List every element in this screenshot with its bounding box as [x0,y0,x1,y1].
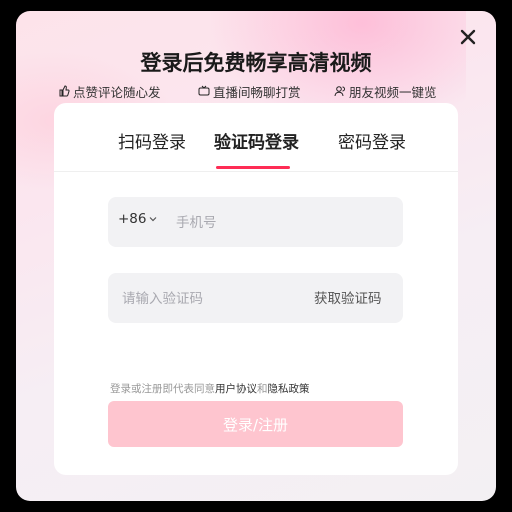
active-tab-indicator [216,166,290,169]
live-icon [198,85,210,97]
phone-input[interactable] [174,211,388,235]
feature-label: 点赞评论随心发 [73,84,161,100]
friends-icon [334,85,346,97]
modal-title: 登录后免费畅享高清视频 [140,51,372,75]
privacy-policy-link[interactable]: 隐私政策 [268,383,310,395]
feature-label: 朋友视频一键览 [349,84,437,100]
login-card: 扫码登录 验证码登录 密码登录 +86 获取验证码 登录或注册即代表同意用户协议… [54,103,458,475]
get-code-button[interactable]: 获取验证码 [314,287,382,307]
tab-password-login[interactable]: 密码登录 [338,129,406,157]
code-field-row: 获取验证码 [108,273,403,323]
agreement-prefix: 登录或注册即代表同意 [110,383,215,395]
verification-code-input[interactable] [120,287,294,311]
country-code: +86 [118,211,147,227]
country-code-select[interactable]: +86 [118,211,157,227]
tab-code-login[interactable]: 验证码登录 [214,129,299,157]
login-register-button[interactable]: 登录/注册 [108,401,403,447]
user-agreement-link[interactable]: 用户协议 [215,383,257,395]
feature-list: 点赞评论随心发 直播间畅聊打赏 朋友视频一键览 [58,81,458,101]
feature-item: 点赞评论随心发 [58,81,161,101]
agreement-conjunction: 和 [257,383,268,395]
login-modal: 登录后免费畅享高清视频 点赞评论随心发 直播间畅聊打赏 朋友视频一键览 扫码登录… [16,11,496,501]
feature-item: 朋友视频一键览 [334,81,437,101]
tab-qr-login[interactable]: 扫码登录 [118,129,186,157]
feature-item: 直播间畅聊打赏 [198,81,301,101]
close-icon [460,29,476,45]
login-tabs: 扫码登录 验证码登录 密码登录 [54,103,458,172]
feature-label: 直播间畅聊打赏 [213,84,301,100]
phone-field-row: +86 [108,197,403,247]
agreement-text: 登录或注册即代表同意用户协议和隐私政策 [110,381,410,397]
close-button[interactable] [450,19,486,55]
error-message [108,327,403,347]
thumb-icon [58,85,70,97]
chevron-down-icon [149,215,157,223]
